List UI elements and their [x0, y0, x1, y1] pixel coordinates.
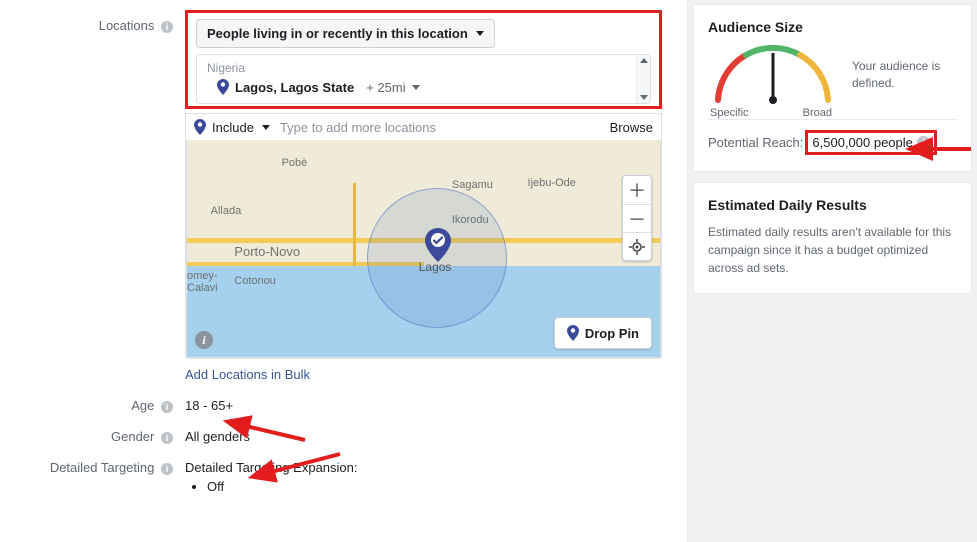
pin-icon: [194, 119, 206, 135]
pin-icon: [567, 325, 579, 341]
gender-label: Gender i: [10, 421, 185, 444]
location-country: Nigeria: [207, 61, 640, 75]
scroll-down-icon: [640, 95, 648, 100]
location-name: Lagos, Lagos State: [235, 80, 354, 95]
map-city-label: Pobè: [282, 157, 308, 169]
map-zoom-out-button[interactable]: －: [623, 204, 651, 232]
map-road: [353, 183, 356, 265]
location-type-label: People living in or recently in this loc…: [207, 26, 468, 41]
audience-gauge: Specific Broad: [708, 45, 838, 105]
map-city-label: Porto-Novo: [234, 244, 300, 259]
info-icon[interactable]: i: [917, 136, 930, 149]
locations-row: Locations i People living in or recently…: [10, 10, 682, 382]
info-icon[interactable]: i: [161, 463, 173, 475]
pin-icon: [217, 79, 229, 95]
age-row: Age i 18 - 65+: [10, 390, 682, 413]
include-dropdown[interactable]: Include: [212, 120, 270, 135]
map-city-label: Sagamu: [452, 179, 493, 191]
detailed-targeting-row: Detailed Targeting i Detailed Targeting …: [10, 452, 682, 494]
location-item[interactable]: Lagos, Lagos State + 25mi: [207, 79, 640, 95]
highlight-box-reach: 6,500,000 people i: [805, 130, 936, 155]
add-location-input[interactable]: [280, 120, 610, 135]
age-value: 18 - 65+: [185, 390, 682, 413]
map-city-label: Ijebu-Ode: [528, 177, 576, 189]
scroll-up-icon: [640, 58, 648, 63]
include-label: Include: [212, 120, 254, 135]
right-panel: Audience Size Specific Broad Your audien…: [687, 0, 977, 542]
gauge-broad-label: Broad: [803, 107, 832, 119]
locations-label: Locations i: [10, 10, 185, 33]
detailed-targeting-label: Detailed Targeting i: [10, 452, 185, 475]
chevron-down-icon: [476, 31, 484, 36]
browse-link[interactable]: Browse: [610, 120, 653, 135]
info-icon[interactable]: i: [161, 432, 173, 444]
chevron-down-icon: [262, 125, 270, 130]
map-locate-button[interactable]: [623, 232, 651, 260]
locations-scrollbar[interactable]: [636, 55, 650, 103]
daily-results-body: Estimated daily results aren't available…: [708, 223, 957, 277]
potential-reach-label: Potential Reach:: [708, 135, 803, 150]
chevron-down-icon: [412, 85, 420, 90]
potential-reach-row: Potential Reach: 6,500,000 people i: [708, 130, 957, 155]
audience-size-card: Audience Size Specific Broad Your audien…: [693, 4, 972, 172]
divider: [708, 119, 957, 120]
drop-pin-button[interactable]: Drop Pin: [554, 317, 652, 349]
map-controls: ＋ －: [622, 175, 652, 261]
drop-pin-label: Drop Pin: [585, 326, 639, 341]
location-type-dropdown[interactable]: People living in or recently in this loc…: [196, 19, 495, 48]
map-city-label: Allada: [211, 205, 242, 217]
map-city-label: Cotonou: [234, 275, 276, 287]
potential-reach-value: 6,500,000 people: [812, 135, 912, 150]
map-info-icon[interactable]: i: [195, 331, 213, 349]
info-icon[interactable]: i: [161, 401, 173, 413]
map-zoom-in-button[interactable]: ＋: [623, 176, 651, 204]
locations-panel: Nigeria Lagos, Lagos State + 25mi: [196, 54, 651, 104]
audience-defined-text: Your audience is defined.: [852, 58, 957, 92]
daily-results-title: Estimated Daily Results: [708, 197, 957, 213]
highlight-box-locations: People living in or recently in this loc…: [185, 10, 662, 109]
detailed-targeting-value: Detailed Targeting Expansion: Off: [185, 452, 682, 494]
gender-row: Gender i All genders: [10, 421, 682, 444]
add-locations-bulk-link[interactable]: Add Locations in Bulk: [185, 367, 310, 382]
gender-value: All genders: [185, 421, 682, 444]
location-map[interactable]: Pobè Allada Sagamu Ijebu-Ode Ikorodu Por…: [186, 140, 661, 358]
add-location-panel: Include Browse Pobè Allada Sagamu: [185, 113, 662, 359]
gauge-specific-label: Specific: [710, 107, 749, 119]
daily-results-card: Estimated Daily Results Estimated daily …: [693, 182, 972, 294]
location-radius-value: + 25mi: [366, 80, 405, 95]
map-city-label: omey- Calavi: [187, 270, 218, 294]
audience-size-title: Audience Size: [708, 19, 957, 35]
map-pin-icon: [425, 228, 451, 262]
location-radius-dropdown[interactable]: + 25mi: [366, 80, 419, 95]
map-city-label: Lagos: [419, 260, 452, 274]
info-icon[interactable]: i: [161, 21, 173, 33]
age-label: Age i: [10, 390, 185, 413]
